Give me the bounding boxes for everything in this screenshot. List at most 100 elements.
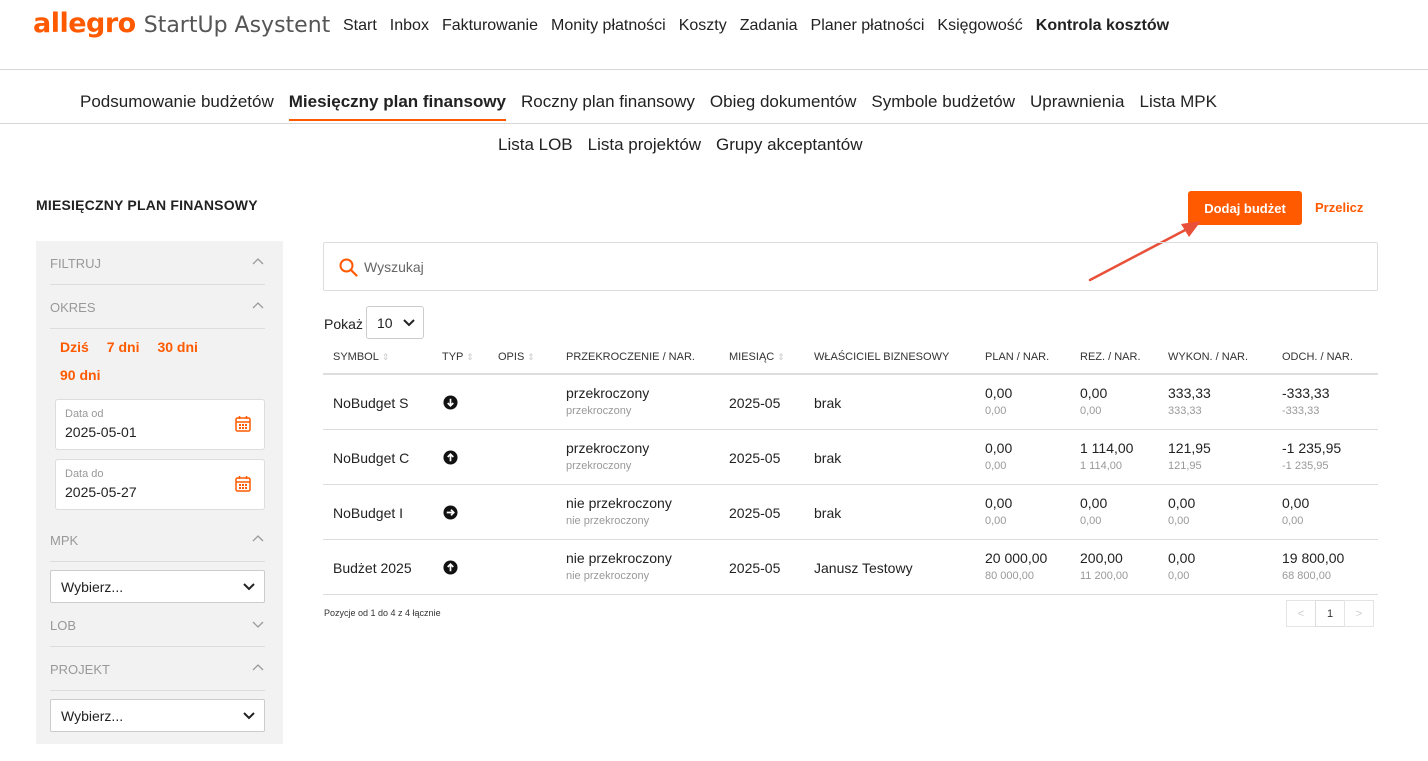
- sub-nav-row-1: Podsumowanie budżetów Miesięczny plan fi…: [80, 92, 1232, 121]
- cell-wyk: 0,00: [1168, 495, 1196, 511]
- nav-ksiegowosc[interactable]: Księgowość: [937, 17, 1022, 35]
- mpk-select[interactable]: Wybierz...: [50, 570, 265, 603]
- table-row[interactable]: NoBudget I nie przekroczony nie przekroc…: [323, 485, 1378, 540]
- filter-header[interactable]: FILTRUJ: [50, 241, 265, 285]
- prev-page-button[interactable]: <: [1286, 600, 1316, 627]
- col-typ[interactable]: TYP ⇕: [442, 351, 474, 363]
- tab-lista-lob[interactable]: Lista LOB: [498, 135, 573, 155]
- col-odch[interactable]: ODCH. / NAR.: [1282, 351, 1353, 363]
- period-90-days[interactable]: 90 dni: [60, 367, 100, 383]
- table-row[interactable]: NoBudget C przekroczony przekroczony 202…: [323, 430, 1378, 485]
- search-input[interactable]: [364, 257, 1264, 277]
- tab-symbole[interactable]: Symbole budżetów: [871, 92, 1015, 121]
- tab-roczny-plan[interactable]: Roczny plan finansowy: [521, 92, 695, 121]
- cell-wyk: 333,33: [1168, 385, 1211, 401]
- period-30-days[interactable]: 30 dni: [157, 339, 197, 355]
- mpk-header[interactable]: MPK: [50, 518, 265, 562]
- cell-month: 2025-05: [729, 560, 781, 576]
- nav-planer[interactable]: Planer płatności: [811, 17, 925, 35]
- col-plan[interactable]: PLAN / NAR.: [985, 351, 1049, 363]
- tab-uprawnienia[interactable]: Uprawnienia: [1030, 92, 1125, 121]
- cell-odch-sub: 68 800,00: [1282, 570, 1331, 582]
- nav-start[interactable]: Start: [343, 17, 377, 35]
- cell-symbol[interactable]: NoBudget I: [333, 505, 403, 521]
- tab-miesieczny-plan[interactable]: Miesięczny plan finansowy: [288, 92, 507, 121]
- chevron-up-icon[interactable]: [251, 299, 265, 313]
- tab-obieg-dokumentow[interactable]: Obieg dokumentów: [710, 92, 856, 121]
- col-wlasciciel[interactable]: WŁAŚCICIEL BIZNESOWY: [814, 351, 949, 363]
- date-to-value[interactable]: 2025-05-27: [65, 484, 137, 500]
- project-select[interactable]: Wybierz...: [50, 699, 265, 732]
- nav-zadania[interactable]: Zadania: [740, 17, 798, 35]
- recalculate-link[interactable]: Przelicz: [1315, 200, 1363, 215]
- chevron-up-icon[interactable]: [251, 532, 265, 546]
- calendar-icon[interactable]: [235, 475, 251, 492]
- col-opis[interactable]: OPIS ⇕: [498, 351, 535, 363]
- chevron-down-icon[interactable]: [251, 617, 265, 631]
- page-title: MIESIĘCZNY PLAN FINANSOWY: [36, 197, 258, 213]
- nav-koszty[interactable]: Koszty: [679, 17, 727, 35]
- budget-table: SYMBOL ⇕ TYP ⇕ OPIS ⇕ PRZEKROCZENIE / NAR. …: [323, 342, 1378, 595]
- project-select-value: Wybierz...: [61, 708, 124, 724]
- nav-inbox[interactable]: Inbox: [390, 17, 429, 35]
- date-from-field[interactable]: Data od 2025-05-01: [55, 399, 265, 450]
- arrow-up-circle-icon[interactable]: [443, 450, 458, 465]
- col-rez[interactable]: REZ. / NAR.: [1080, 351, 1141, 363]
- date-to-field[interactable]: Data do 2025-05-27: [55, 459, 265, 510]
- top-header: allegro StartUp Asystent Start Inbox Fak…: [0, 0, 1428, 70]
- next-page-button[interactable]: >: [1344, 600, 1374, 627]
- cell-exceed-sub: przekroczony: [566, 405, 632, 417]
- arrow-up-circle-icon[interactable]: [443, 560, 458, 575]
- arrow-down-circle-icon[interactable]: [443, 395, 458, 410]
- cell-rez-sub: 0,00: [1080, 405, 1102, 417]
- col-miesiac[interactable]: MIESIĄC ⇕: [729, 351, 785, 363]
- col-przekroczenie[interactable]: PRZEKROCZENIE / NAR.: [566, 351, 695, 363]
- page-size-select[interactable]: 10: [366, 306, 424, 339]
- cell-exceed: przekroczony: [566, 385, 650, 401]
- add-budget-button[interactable]: Dodaj budżet: [1188, 191, 1302, 225]
- cell-odch: 19 800,00: [1282, 550, 1345, 566]
- chevron-up-icon[interactable]: [251, 255, 265, 269]
- col-wykon[interactable]: WYKON. / NAR.: [1168, 351, 1248, 363]
- page-number-button[interactable]: 1: [1315, 600, 1345, 627]
- period-today[interactable]: Dziś: [60, 339, 89, 355]
- chevron-up-icon[interactable]: [251, 661, 265, 675]
- cell-exceed-sub: nie przekroczony: [566, 570, 650, 582]
- chevron-down-icon: [403, 319, 415, 327]
- period-7-days[interactable]: 7 dni: [107, 339, 140, 355]
- period-header[interactable]: OKRES: [50, 285, 265, 329]
- cell-wyk: 121,95: [1168, 440, 1211, 456]
- nav-fakturowanie[interactable]: Fakturowanie: [442, 17, 538, 35]
- date-from-value[interactable]: 2025-05-01: [65, 424, 137, 440]
- cell-symbol[interactable]: NoBudget C: [333, 450, 409, 466]
- lob-header[interactable]: LOB: [50, 603, 265, 647]
- tab-lista-projektow[interactable]: Lista projektów: [588, 135, 701, 155]
- filter-sidebar: FILTRUJ OKRES Dziś 7 dni 30 dni 90 dni D…: [36, 241, 283, 744]
- cell-rez-sub: 0,00: [1080, 515, 1102, 527]
- cell-odch: -1 235,95: [1282, 440, 1342, 456]
- pagination: < 1 >: [1286, 600, 1374, 627]
- cell-symbol[interactable]: NoBudget S: [333, 395, 409, 411]
- cell-plan: 0,00: [985, 440, 1013, 456]
- calendar-icon[interactable]: [235, 415, 251, 432]
- project-header[interactable]: PROJEKT: [50, 647, 265, 691]
- period-quick-links: Dziś 7 dni 30 dni 90 dni: [60, 339, 250, 395]
- nav-kontrola-kosztow[interactable]: Kontrola kosztów: [1036, 17, 1169, 35]
- table-row[interactable]: Budżet 2025 nie przekroczony nie przekro…: [323, 540, 1378, 595]
- tab-grupy-akceptantow[interactable]: Grupy akceptantów: [716, 135, 862, 155]
- col-symbol[interactable]: SYMBOL ⇕: [333, 351, 389, 363]
- cell-plan: 20 000,00: [985, 550, 1048, 566]
- tab-podsumowanie[interactable]: Podsumowanie budżetów: [80, 92, 274, 121]
- cell-plan-sub: 0,00: [985, 405, 1007, 417]
- cell-rez-sub: 1 114,00: [1080, 460, 1123, 472]
- nav-monity[interactable]: Monity płatności: [551, 17, 666, 35]
- page-size-label: Pokaż: [324, 316, 363, 332]
- table-row[interactable]: NoBudget S przekroczony przekroczony 202…: [323, 375, 1378, 430]
- brand[interactable]: allegro StartUp Asystent: [33, 8, 330, 39]
- cell-odch: -333,33: [1282, 385, 1330, 401]
- sub-nav-row-2: Lista LOB Lista projektów Grupy akceptan…: [498, 135, 878, 155]
- cell-symbol[interactable]: Budżet 2025: [333, 560, 412, 576]
- tab-lista-mpk[interactable]: Lista MPK: [1140, 92, 1217, 121]
- arrow-right-circle-icon[interactable]: [443, 505, 458, 520]
- cell-rez: 200,00: [1080, 550, 1123, 566]
